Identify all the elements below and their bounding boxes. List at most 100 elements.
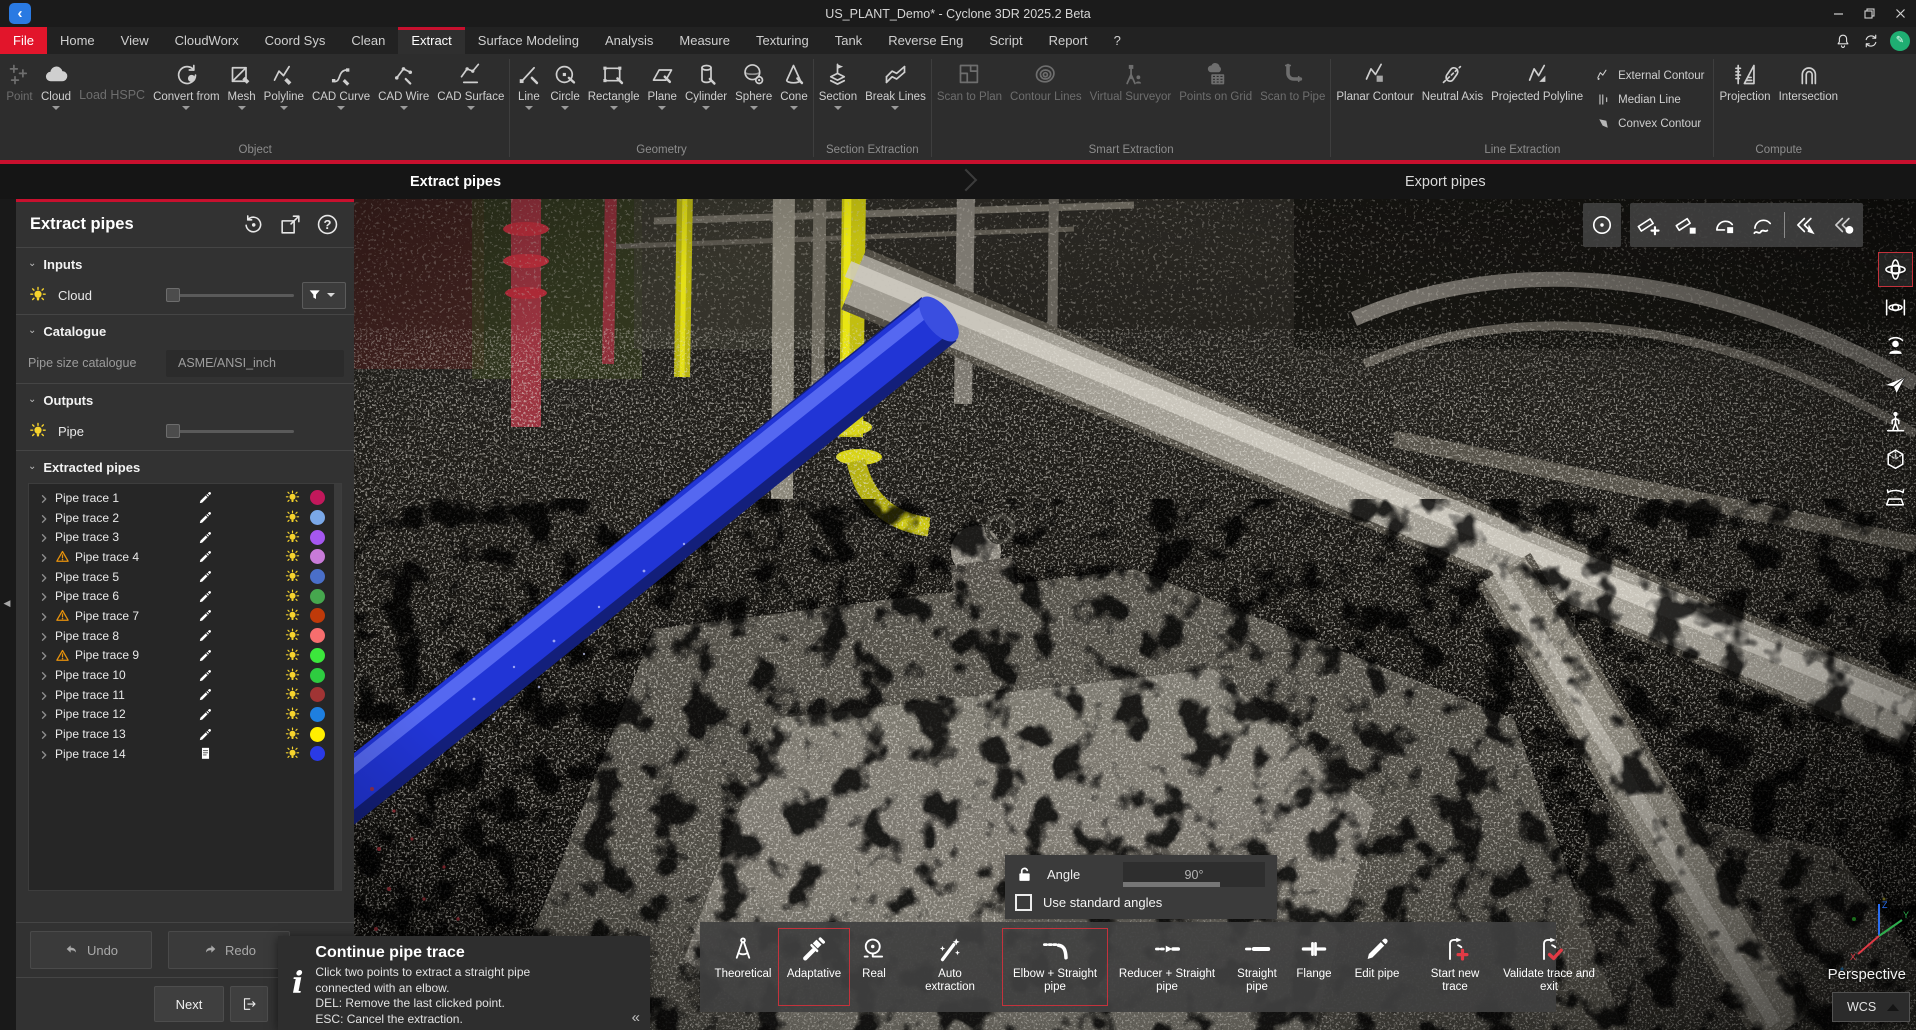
extracted-pipes-section-header[interactable]: ⌄ Extracted pipes — [16, 451, 354, 479]
ribbon-button-break-lines[interactable]: Break Lines — [861, 56, 930, 143]
trace-color-swatch[interactable] — [310, 589, 325, 604]
minimize-button[interactable] — [1823, 0, 1854, 27]
ribbon-button-external-contour[interactable]: External Contour — [1595, 67, 1704, 84]
menu-item-analysis[interactable]: Analysis — [592, 27, 666, 54]
chevron-right-icon[interactable] — [38, 728, 50, 740]
menu-item-help[interactable]: ? — [1101, 27, 1134, 54]
trace-color-swatch[interactable] — [310, 530, 325, 545]
table-row-pipe-trace-1[interactable]: Pipe trace 1 — [29, 488, 341, 508]
visibility-bulb-icon[interactable] — [284, 568, 301, 585]
menu-item-coord-sys[interactable]: Coord Sys — [252, 27, 339, 54]
visibility-bulb-icon[interactable] — [28, 421, 48, 441]
ribbon-button-contour-lines[interactable]: Contour Lines — [1006, 56, 1086, 143]
edit-pencil-icon[interactable] — [197, 647, 214, 664]
reset-icon[interactable] — [241, 212, 266, 237]
visibility-bulb-icon[interactable] — [284, 627, 301, 644]
back-selection-icon[interactable] — [1787, 203, 1825, 247]
chevron-right-icon[interactable] — [38, 649, 50, 661]
trace-color-swatch[interactable] — [310, 608, 325, 623]
cloud-opacity-slider[interactable] — [166, 288, 294, 302]
menu-item-surface-modeling[interactable]: Surface Modeling — [465, 27, 592, 54]
ribbon-button-convex-contour[interactable]: Convex Contour — [1595, 115, 1704, 132]
table-row-pipe-trace-12[interactable]: Pipe trace 12 — [29, 705, 341, 725]
table-row-pipe-trace-5[interactable]: Pipe trace 5 — [29, 567, 341, 587]
workflow-tab-export-pipes[interactable]: Export pipes — [1405, 164, 1486, 199]
trace-color-swatch[interactable] — [310, 707, 325, 722]
menu-item-measure[interactable]: Measure — [666, 27, 743, 54]
ribbon-button-projection[interactable]: Projection — [1715, 56, 1774, 143]
edit-pencil-icon[interactable] — [197, 607, 214, 624]
ribbon-button-projected-polyline[interactable]: Projected Polyline — [1487, 56, 1587, 143]
tooltip-collapse-icon[interactable]: « — [632, 1009, 640, 1026]
pipe-opacity-slider[interactable] — [166, 424, 294, 438]
trace-color-swatch[interactable] — [310, 628, 325, 643]
trace-color-swatch[interactable] — [310, 490, 325, 505]
measure-square-icon[interactable] — [1668, 203, 1706, 247]
visibility-bulb-icon[interactable] — [284, 706, 301, 723]
projection-mode-label[interactable]: Perspective — [1770, 966, 1906, 983]
trace-color-swatch[interactable] — [310, 648, 325, 663]
trace-color-swatch[interactable] — [310, 549, 325, 564]
ribbon-button-cylinder[interactable]: Cylinder — [681, 56, 731, 143]
workflow-tab-extract-pipes[interactable]: Extract pipes — [410, 164, 501, 199]
view-cube-tool[interactable] — [1878, 442, 1913, 477]
ribbon-button-line[interactable]: Line — [511, 56, 546, 143]
menu-item-script[interactable]: Script — [976, 27, 1035, 54]
visibility-bulb-icon[interactable] — [284, 529, 301, 546]
visibility-bulb-icon[interactable] — [284, 489, 301, 506]
chevron-right-icon[interactable] — [38, 669, 50, 681]
ribbon-button-load-hspc[interactable]: Load HSPC — [75, 56, 149, 143]
walk-mode-tool[interactable] — [1878, 404, 1913, 439]
add-measure-icon[interactable] — [1630, 203, 1668, 247]
ribbon-button-mesh[interactable]: Mesh — [224, 56, 260, 143]
edit-pencil-icon[interactable] — [197, 529, 214, 546]
ribbon-button-cad-wire[interactable]: CAD Wire — [374, 56, 433, 143]
ribbon-button-cad-curve[interactable]: CAD Curve — [308, 56, 374, 143]
edit-pencil-icon[interactable] — [197, 686, 214, 703]
trace-color-swatch[interactable] — [310, 746, 325, 761]
ribbon-button-point[interactable]: Point — [2, 56, 37, 143]
visibility-bulb-icon[interactable] — [284, 667, 301, 684]
visibility-bulb-icon[interactable] — [284, 726, 301, 743]
ribbon-button-rectangle[interactable]: Rectangle — [584, 56, 644, 143]
edit-pencil-icon[interactable] — [197, 627, 214, 644]
mode-button-reducer-straight-pipe[interactable]: Reducer + Straight pipe — [1108, 928, 1226, 1006]
back-button[interactable]: ‹ — [9, 3, 31, 24]
panel-collapse-handle[interactable]: ◀ — [0, 588, 14, 618]
undo-button[interactable]: Undo — [30, 931, 152, 969]
chevron-right-icon[interactable] — [38, 590, 50, 602]
chevron-right-icon[interactable] — [38, 748, 50, 760]
display-target-icon[interactable] — [1583, 203, 1621, 247]
chevron-right-icon[interactable] — [38, 531, 50, 543]
trace-color-swatch[interactable] — [310, 727, 325, 742]
exit-step-button[interactable] — [230, 986, 268, 1022]
chevron-right-icon[interactable] — [38, 492, 50, 504]
chevron-right-icon[interactable] — [38, 708, 50, 720]
mode-button-edit-pipe[interactable]: Edit pipe — [1350, 928, 1404, 1006]
popout-icon[interactable] — [278, 212, 303, 237]
visibility-bulb-icon[interactable] — [284, 607, 301, 624]
mode-button-straight-pipe[interactable]: Straight pipe — [1226, 928, 1288, 1006]
mode-button-start-new-trace[interactable]: Start new trace — [1414, 928, 1496, 1006]
orbit-tool[interactable] — [1878, 252, 1913, 287]
use-standard-angles-checkbox[interactable] — [1015, 894, 1032, 911]
edit-pencil-icon[interactable] — [197, 588, 214, 605]
restore-button[interactable] — [1854, 0, 1885, 27]
table-row-pipe-trace-14[interactable]: Pipe trace 14 — [29, 744, 341, 764]
cloud-filter-button[interactable] — [302, 282, 346, 309]
chevron-right-icon[interactable] — [38, 610, 50, 622]
help-icon[interactable]: ? — [315, 212, 340, 237]
constrained-orbit-tool[interactable] — [1878, 290, 1913, 325]
fly-mode-tool[interactable] — [1878, 366, 1913, 401]
sync-icon[interactable] — [1862, 32, 1880, 50]
visibility-bulb-icon[interactable] — [284, 548, 301, 565]
ribbon-button-scan-to-plan[interactable]: Scan to Plan — [933, 56, 1006, 143]
ribbon-button-points-on-grid[interactable]: Points on Grid — [1175, 56, 1256, 143]
table-row-pipe-trace-11[interactable]: Pipe trace 11 — [29, 685, 341, 705]
edit-pencil-icon[interactable] — [197, 548, 214, 565]
ribbon-button-polyline[interactable]: Polyline — [260, 56, 308, 143]
ribbon-button-scan-to-pipe[interactable]: Scan to Pipe — [1256, 56, 1329, 143]
table-row-pipe-trace-2[interactable]: Pipe trace 2 — [29, 508, 341, 528]
menu-item-home[interactable]: Home — [47, 27, 108, 54]
mode-button-flange[interactable]: Flange — [1288, 928, 1340, 1006]
